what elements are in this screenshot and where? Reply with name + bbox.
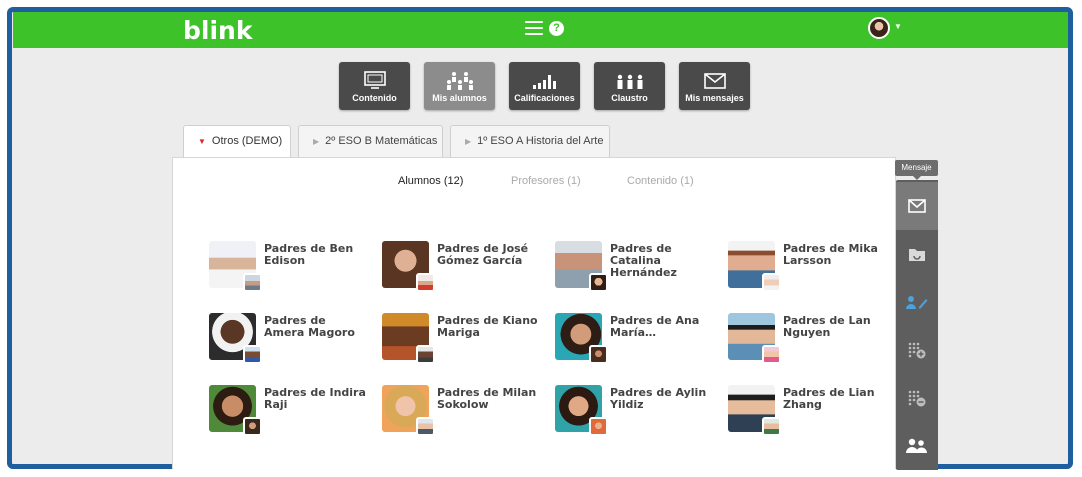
contact-name: Padres de Kiano Mariga — [437, 314, 538, 339]
contact-name: Padres de Lian Zhang — [783, 386, 875, 411]
contact-card[interactable]: Padres de Milan Sokolow — [382, 385, 542, 445]
nav-claustro-button[interactable]: Claustro — [594, 62, 665, 110]
user-edit-icon — [906, 296, 928, 309]
subtab-alumnos[interactable]: Alumnos (12) — [398, 175, 463, 187]
contact-card[interactable]: Padres de Ana María… — [555, 313, 715, 373]
student-thumbnail — [762, 273, 781, 292]
contact-card[interactable]: Padres de Aylin Yildiz — [555, 385, 715, 445]
send-message-button[interactable] — [896, 182, 938, 230]
nav-mis-mensajes-button[interactable]: Mis mensajes — [679, 62, 750, 110]
content-panel: Alumnos (12) Profesores (1) Contenido (1… — [172, 157, 896, 469]
nav-label: Mis alumnos — [432, 93, 487, 103]
tab-otros-demo[interactable]: ▼ Otros (DEMO) — [183, 125, 291, 158]
subtab-contenido[interactable]: Contenido (1) — [627, 175, 694, 187]
contact-card[interactable]: Padres de Lian Zhang — [728, 385, 888, 445]
grid-remove-icon — [908, 390, 926, 407]
subtab-profesores[interactable]: Profesores (1) — [511, 175, 581, 187]
student-thumbnail — [416, 345, 435, 364]
nav-label: Mis mensajes — [685, 93, 744, 103]
contact-name: Padres de Ben Edison — [264, 242, 354, 267]
folder-icon — [909, 249, 925, 261]
contact-name: Padres de Ana María… — [610, 314, 700, 339]
tab-label: Otros (DEMO) — [211, 135, 283, 147]
contact-card[interactable]: Padres de José Gómez García — [382, 241, 542, 301]
nav-label: Calificaciones — [514, 93, 575, 103]
tab-label: 1º ESO A Historia del Arte — [477, 135, 604, 147]
envelope-icon — [908, 199, 926, 213]
contact-card[interactable]: Padres de Lan Nguyen — [728, 313, 888, 373]
students-icon — [424, 62, 495, 90]
contact-name: Padres de Lan Nguyen — [783, 314, 871, 339]
user-avatar[interactable] — [868, 17, 890, 39]
action-sidebar — [896, 180, 938, 470]
contact-name: Padres de Amera Magoro — [264, 314, 355, 339]
bar-chart-icon — [509, 62, 580, 90]
tab-label: 2º ESO B Matemáticas — [325, 135, 438, 147]
contact-card[interactable]: Padres de Mika Larsson — [728, 241, 888, 301]
monitor-icon — [339, 62, 410, 90]
hamburger-menu-icon[interactable] — [525, 21, 543, 37]
grid-add-icon — [908, 342, 926, 359]
contact-name: Padres de Catalina Hernández — [610, 242, 677, 279]
nav-mis-alumnos-button[interactable]: Mis alumnos — [424, 62, 495, 110]
student-thumbnail — [416, 273, 435, 292]
student-thumbnail — [762, 417, 781, 436]
top-bar: blink ? ▼ — [13, 12, 1068, 48]
contact-card[interactable]: Padres de Ben Edison — [209, 241, 369, 301]
contact-name: Padres de Aylin Yildiz — [610, 386, 707, 411]
caret-right-icon: ▶ — [313, 137, 320, 146]
help-icon[interactable]: ? — [549, 21, 564, 36]
contact-card[interactable]: Padres de Amera Magoro — [209, 313, 369, 373]
caret-down-icon: ▼ — [198, 137, 206, 146]
student-thumbnail — [416, 417, 435, 436]
group-button[interactable] — [896, 422, 938, 470]
student-thumbnail — [243, 273, 262, 292]
tab-1-eso-a-historia-arte[interactable]: ▶ 1º ESO A Historia del Arte — [450, 125, 610, 157]
student-thumbnail — [589, 417, 608, 436]
folder-button[interactable] — [896, 230, 938, 278]
tab-2-eso-b-matematicas[interactable]: ▶ 2º ESO B Matemáticas — [298, 125, 443, 157]
student-thumbnail — [243, 345, 262, 364]
tooltip: Mensaje — [895, 160, 938, 180]
add-to-group-button[interactable] — [896, 326, 938, 374]
nav-label: Claustro — [611, 93, 648, 103]
remove-from-group-button[interactable] — [896, 374, 938, 422]
student-thumbnail — [589, 273, 608, 292]
nav-calificaciones-button[interactable]: Calificaciones — [509, 62, 580, 110]
caret-right-icon: ▶ — [465, 137, 472, 146]
student-thumbnail — [243, 417, 262, 436]
contact-card[interactable]: Padres de Catalina Hernández — [555, 241, 715, 301]
chevron-down-icon[interactable]: ▼ — [894, 22, 902, 31]
group-icon — [906, 438, 927, 453]
contact-name: Padres de Indira Raji — [264, 386, 366, 411]
contact-name: Padres de Mika Larsson — [783, 242, 878, 267]
contact-card[interactable]: Padres de Kiano Mariga — [382, 313, 542, 373]
student-thumbnail — [762, 345, 781, 364]
nav-contenido-button[interactable]: Contenido — [339, 62, 410, 110]
contact-name: Padres de Milan Sokolow — [437, 386, 537, 411]
edit-user-button[interactable] — [896, 278, 938, 326]
envelope-icon — [679, 62, 750, 90]
contact-card[interactable]: Padres de Indira Raji — [209, 385, 369, 445]
nav-label: Contenido — [352, 93, 397, 103]
app-logo[interactable]: blink — [183, 16, 252, 45]
student-thumbnail — [589, 345, 608, 364]
contact-name: Padres de José Gómez García — [437, 242, 529, 267]
staff-icon — [594, 62, 665, 90]
